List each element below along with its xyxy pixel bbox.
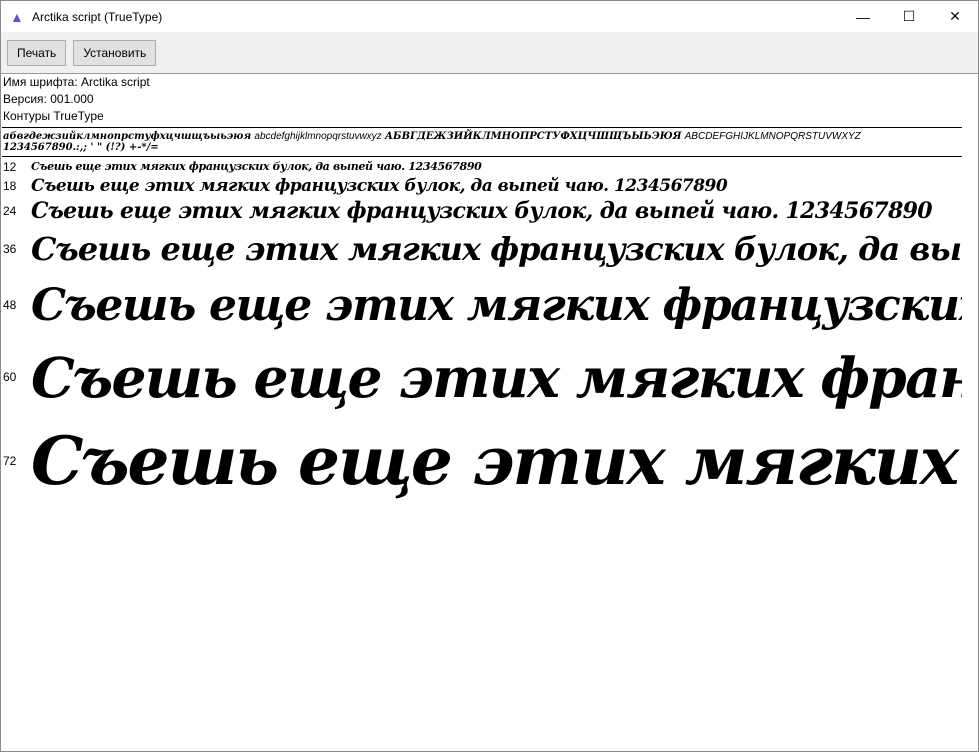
sample-text: Съешь еще этих мягких французских булок,… xyxy=(31,422,962,500)
size-label: 18 xyxy=(3,179,17,193)
latin-lowercase: abcdefghijklmnopqrstuvwxyz xyxy=(254,131,382,142)
font-name: Имя шрифта: Arctika script xyxy=(3,75,150,89)
sample-row-18: 18 Съешь еще этих мягких французских було… xyxy=(2,175,962,197)
sample-text: Съешь еще этих мягких французских булок,… xyxy=(31,279,962,331)
character-set: абвгдежзийклмнопрстуфхцчшщъыьэюя abcdefg… xyxy=(2,128,962,156)
sample-row-72: 72 Съешь еще этих мягких французских було… xyxy=(2,417,962,505)
sample-row-12: 12 Съешь еще этих мягких французских було… xyxy=(2,158,962,175)
print-button[interactable]: Печать xyxy=(7,39,67,66)
maximize-button[interactable]: ☐ xyxy=(886,1,932,32)
close-button[interactable]: ✕ xyxy=(932,1,978,32)
digits-punctuation: 1234567890.:,; ' " (!?) +-*/= xyxy=(3,142,159,153)
title-bar: ▲ Arctika script (TrueType) — ☐ ✕ xyxy=(1,1,978,32)
size-label: 60 xyxy=(3,370,17,384)
sample-text: Съешь еще этих мягких французских булок,… xyxy=(31,198,933,224)
latin-uppercase: ABCDEFGHIJKLMNOPQRSTUVWXYZ xyxy=(684,131,861,142)
sample-text: Съешь еще этих мягких французских булок,… xyxy=(31,344,962,410)
font-version: Версия: 001.000 xyxy=(3,92,94,106)
font-viewer-window: ▲ Arctika script (TrueType) — ☐ ✕ Печать… xyxy=(0,0,979,752)
size-label: 36 xyxy=(3,242,17,256)
cyrillic-uppercase: АБВГДЕЖЗИЙКЛМНОПРСТУФХЦЧШЩЪЫЬЭЮЯ xyxy=(384,131,682,142)
font-preview[interactable]: Имя шрифта: Arctika script Версия: 001.0… xyxy=(2,74,962,750)
toolbar: Печать Установить xyxy=(1,32,978,74)
sample-row-48: 48 Съешь еще этих мягких французских було… xyxy=(2,273,962,337)
font-icon: ▲ xyxy=(10,8,24,25)
size-label: 48 xyxy=(3,298,17,312)
divider xyxy=(2,156,962,157)
sample-row-60: 60 Съешь еще этих мягких французских було… xyxy=(2,337,962,417)
install-button[interactable]: Установить xyxy=(73,39,157,66)
cyrillic-lowercase: абвгдежзийклмнопрстуфхцчшщъыьэюя xyxy=(3,131,252,142)
sample-row-36: 36 Съешь еще этих мягких французских було… xyxy=(2,225,962,273)
size-label: 72 xyxy=(3,454,17,468)
sample-text: Съешь еще этих мягких французских булок,… xyxy=(31,230,962,268)
font-outline: Контуры TrueType xyxy=(3,109,104,123)
sample-text: Съешь еще этих мягких французских булок,… xyxy=(31,160,482,173)
minimize-button[interactable]: — xyxy=(840,1,886,32)
sample-text: Съешь еще этих мягких французских булок,… xyxy=(31,176,728,196)
size-label: 24 xyxy=(3,204,17,218)
window-title: Arctika script (TrueType) xyxy=(32,9,163,24)
size-label: 12 xyxy=(3,159,17,174)
sample-row-24: 24 Съешь еще этих мягких французских було… xyxy=(2,197,962,225)
